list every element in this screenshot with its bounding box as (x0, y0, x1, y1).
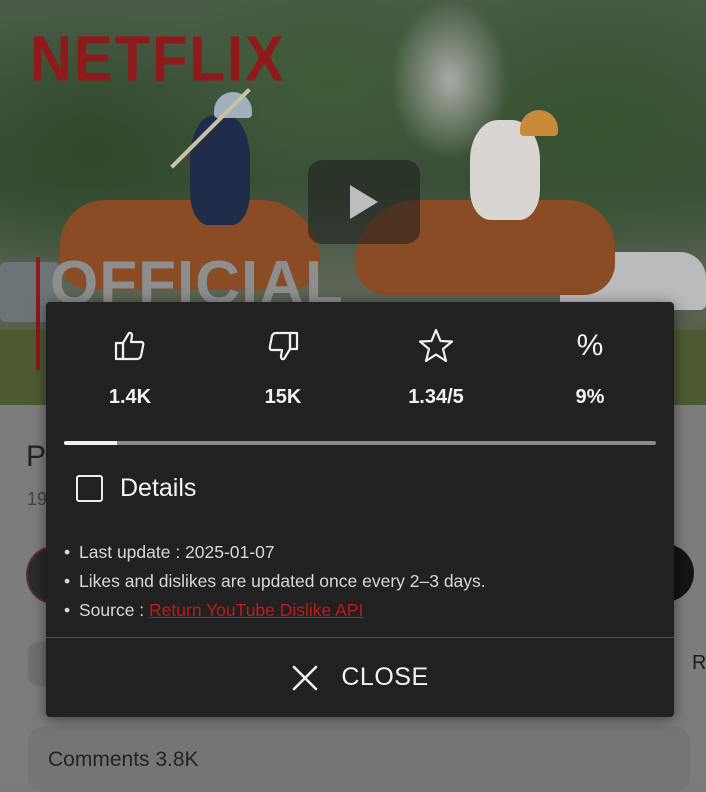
details-label: Details (120, 474, 197, 502)
action-chip[interactable] (28, 642, 48, 686)
video-rider-left (190, 115, 250, 225)
info-source: • Source : Return YouTube Dislike API (64, 596, 486, 625)
thumbs-down-icon (268, 331, 299, 361)
like-ratio-value: 9% (575, 386, 605, 408)
like-ratio-fill (64, 441, 118, 445)
last-update-text: Last update : 2025-01-07 (79, 542, 275, 562)
action-chip-label: R (692, 652, 706, 674)
rating-value: 1.34/5 (408, 386, 464, 408)
source-prefix: Source : (79, 600, 150, 620)
bullet: • (64, 542, 71, 562)
details-info-list: • Last update : 2025-01-07 • Likes and dis… (64, 538, 486, 625)
close-button[interactable]: CLOSE (46, 638, 674, 717)
star-icon (418, 328, 454, 363)
thumbs-up-icon (114, 331, 145, 361)
comments-count: Comments 3.8K (48, 748, 199, 771)
info-last-update: • Last update : 2025-01-07 (64, 538, 486, 567)
play-icon (350, 185, 378, 219)
percent-icon: % (576, 329, 604, 362)
details-toggle[interactable]: Details (76, 474, 196, 503)
likes-count: 1.4K (108, 386, 152, 408)
play-button[interactable] (308, 160, 420, 244)
like-ratio-stat: % 9% (520, 324, 660, 409)
close-icon (293, 665, 318, 690)
video-helmet-right (520, 110, 558, 136)
comments-section[interactable]: Comments 3.8K (28, 726, 690, 792)
dislikes-stat: 15K (213, 324, 353, 409)
bullet: • (64, 571, 71, 591)
close-label: CLOSE (341, 663, 429, 691)
bullet: • (64, 600, 71, 620)
video-meta: 19 (27, 489, 48, 509)
netflix-logo: NETFLIX (30, 23, 286, 95)
stats-row: 1.4K 15K 1.34/5 % 9% (46, 324, 674, 414)
title-accent-bar (36, 257, 40, 370)
dislike-stats-dialog: 1.4K 15K 1.34/5 % 9% Details • Last upda… (46, 302, 674, 717)
update-note-text: Likes and dislikes are updated once ever… (79, 571, 486, 591)
rating-stat: 1.34/5 (366, 324, 506, 409)
source-link[interactable]: Return YouTube Dislike API (149, 600, 363, 620)
likes-stat: 1.4K (60, 324, 200, 409)
video-title: P (26, 440, 47, 473)
info-update-note: • Likes and dislikes are updated once eve… (64, 567, 486, 596)
details-checkbox[interactable] (76, 475, 103, 502)
dislikes-count: 15K (264, 386, 302, 408)
like-ratio-bar (64, 441, 656, 445)
